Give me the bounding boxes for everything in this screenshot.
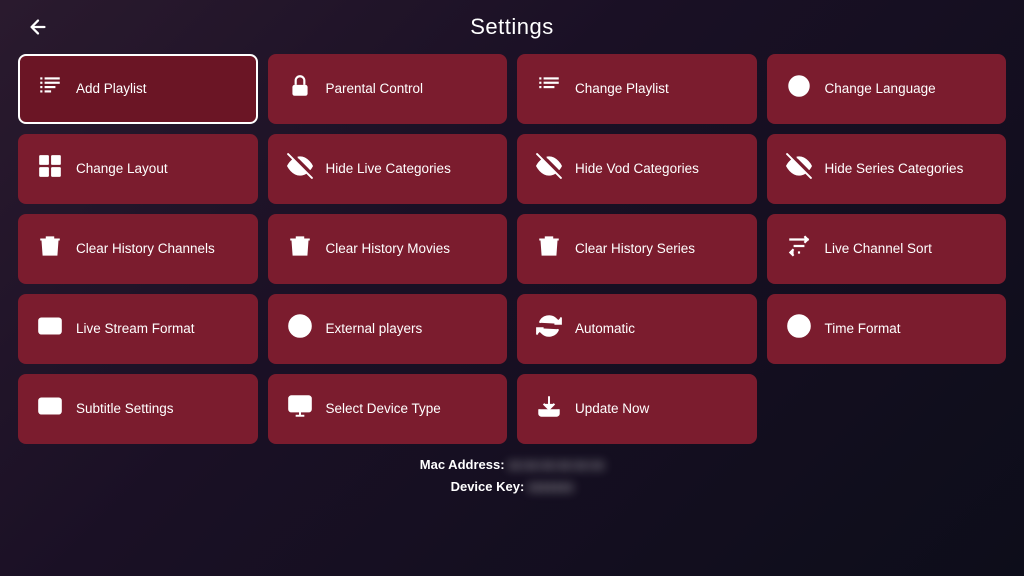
update-now-icon	[535, 393, 563, 425]
mac-value: xx:xx:xx:xx:xx:xx	[508, 457, 604, 472]
tile-live-stream-format[interactable]: Live Stream Format	[18, 294, 258, 364]
add-playlist-icon	[36, 73, 64, 105]
device-key-label: Device Key:	[451, 479, 525, 494]
automatic-icon	[535, 313, 563, 345]
change-playlist-icon	[535, 73, 563, 105]
change-layout-label: Change Layout	[76, 160, 168, 178]
settings-grid: Add Playlist Parental Control Change Playl…	[0, 54, 1024, 444]
live-stream-format-icon	[36, 313, 64, 345]
update-now-label: Update Now	[575, 400, 649, 418]
tile-time-format[interactable]: Time Format	[767, 294, 1007, 364]
back-button[interactable]	[20, 9, 56, 45]
clear-history-movies-icon	[286, 233, 314, 265]
subtitle-settings-icon	[36, 393, 64, 425]
hide-series-categories-label: Hide Series Categories	[825, 160, 964, 178]
tile-hide-series-categories[interactable]: Hide Series Categories	[767, 134, 1007, 204]
automatic-label: Automatic	[575, 320, 635, 338]
tile-clear-history-channels[interactable]: Clear History Channels	[18, 214, 258, 284]
live-channel-sort-label: Live Channel Sort	[825, 240, 932, 258]
tile-external-players[interactable]: External players	[268, 294, 508, 364]
header: Settings	[0, 0, 1024, 54]
page-title: Settings	[470, 14, 554, 40]
clear-history-series-icon	[535, 233, 563, 265]
parental-control-icon	[286, 73, 314, 105]
clear-history-channels-icon	[36, 233, 64, 265]
live-stream-format-label: Live Stream Format	[76, 320, 195, 338]
tile-add-playlist[interactable]: Add Playlist	[18, 54, 258, 124]
clear-history-series-label: Clear History Series	[575, 240, 695, 258]
tile-change-layout[interactable]: Change Layout	[18, 134, 258, 204]
tile-automatic[interactable]: Automatic	[517, 294, 757, 364]
change-layout-icon	[36, 153, 64, 185]
tile-hide-live-categories[interactable]: Hide Live Categories	[268, 134, 508, 204]
tile-live-channel-sort[interactable]: Live Channel Sort	[767, 214, 1007, 284]
change-language-icon	[785, 73, 813, 105]
device-key-value: xxxxxxx	[528, 479, 574, 494]
tile-clear-history-series[interactable]: Clear History Series	[517, 214, 757, 284]
change-playlist-label: Change Playlist	[575, 80, 669, 98]
hide-vod-categories-label: Hide Vod Categories	[575, 160, 699, 178]
tile-parental-control[interactable]: Parental Control	[268, 54, 508, 124]
footer: Mac Address: xx:xx:xx:xx:xx:xx Device Ke…	[420, 454, 604, 498]
hide-vod-categories-icon	[535, 153, 563, 185]
parental-control-label: Parental Control	[326, 80, 424, 98]
add-playlist-label: Add Playlist	[76, 80, 147, 98]
change-language-label: Change Language	[825, 80, 936, 98]
mac-label: Mac Address:	[420, 457, 505, 472]
select-device-type-label: Select Device Type	[326, 400, 441, 418]
tile-clear-history-movies[interactable]: Clear History Movies	[268, 214, 508, 284]
external-players-icon	[286, 313, 314, 345]
tile-subtitle-settings[interactable]: Subtitle Settings	[18, 374, 258, 444]
hide-live-categories-icon	[286, 153, 314, 185]
tile-change-language[interactable]: Change Language	[767, 54, 1007, 124]
time-format-icon	[785, 313, 813, 345]
tile-change-playlist[interactable]: Change Playlist	[517, 54, 757, 124]
subtitle-settings-label: Subtitle Settings	[76, 400, 174, 418]
tile-hide-vod-categories[interactable]: Hide Vod Categories	[517, 134, 757, 204]
time-format-label: Time Format	[825, 320, 901, 338]
clear-history-channels-label: Clear History Channels	[76, 240, 215, 258]
hide-series-categories-icon	[785, 153, 813, 185]
hide-live-categories-label: Hide Live Categories	[326, 160, 451, 178]
select-device-type-icon	[286, 393, 314, 425]
live-channel-sort-icon	[785, 233, 813, 265]
tile-update-now[interactable]: Update Now	[517, 374, 757, 444]
external-players-label: External players	[326, 320, 423, 338]
tile-select-device-type[interactable]: Select Device Type	[268, 374, 508, 444]
clear-history-movies-label: Clear History Movies	[326, 240, 451, 258]
